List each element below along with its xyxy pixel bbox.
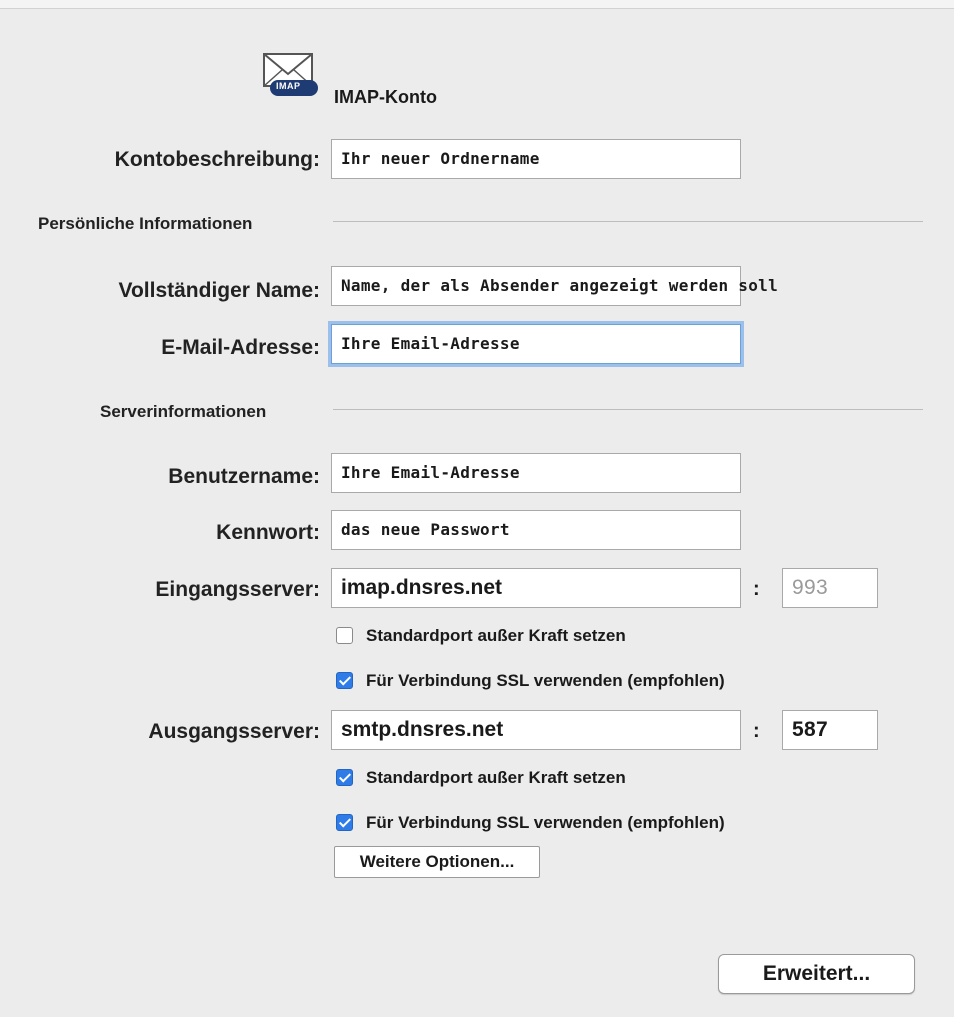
outgoing-port-field[interactable]: 587 [782, 710, 878, 750]
outgoing-override-port-label: Standardport außer Kraft setzen [366, 768, 626, 787]
server-info-heading: Serverinformationen [100, 402, 267, 421]
password-label: Kennwort: [216, 521, 320, 544]
incoming-port-field[interactable]: 993 [782, 568, 878, 608]
email-label: E-Mail-Adresse: [161, 336, 320, 359]
description-label: Kontobeschreibung: [114, 148, 320, 171]
outgoing-ssl-label: Für Verbindung SSL verwenden (empfohlen) [366, 813, 725, 832]
username-field[interactable]: Ihre Email-Adresse [331, 453, 741, 493]
account-type-label: IMAP-Konto [334, 87, 437, 107]
imap-badge-text: IMAP [276, 81, 301, 91]
window-top-edge [0, 0, 954, 9]
incoming-ssl-checkbox[interactable] [336, 672, 353, 689]
full-name-label: Vollständiger Name: [118, 279, 321, 302]
mail-envelope-icon [263, 53, 318, 96]
incoming-port-separator: : [753, 578, 760, 600]
incoming-ssl-label: Für Verbindung SSL verwenden (empfohlen) [366, 671, 725, 690]
advanced-button[interactable]: Erweitert... [718, 954, 915, 994]
outgoing-server-label: Ausgangsserver: [148, 720, 320, 743]
outgoing-ssl-checkbox[interactable] [336, 814, 353, 831]
incoming-server-label: Eingangsserver: [155, 578, 320, 601]
outgoing-override-port-checkbox[interactable] [336, 769, 353, 786]
personal-info-divider [333, 221, 923, 222]
account-settings-panel: IMAP IMAP-Konto Kontobeschreibung: Ihr n… [0, 0, 954, 1017]
email-field[interactable]: Ihre Email-Adresse [331, 324, 741, 364]
full-name-field[interactable]: Name, der als Absender angezeigt werden … [331, 266, 778, 306]
incoming-server-field[interactable]: imap.dnsres.net [331, 568, 741, 608]
description-field[interactable]: Ihr neuer Ordnername [331, 139, 741, 179]
outgoing-port-separator: : [753, 720, 760, 742]
server-info-divider [333, 409, 923, 410]
more-options-button[interactable]: Weitere Optionen... [334, 846, 540, 878]
incoming-override-port-checkbox[interactable] [336, 627, 353, 644]
personal-info-heading: Persönliche Informationen [38, 214, 253, 233]
incoming-override-port-label: Standardport außer Kraft setzen [366, 626, 626, 645]
outgoing-server-field[interactable]: smtp.dnsres.net [331, 710, 741, 750]
password-field[interactable]: das neue Passwort [331, 510, 741, 550]
username-label: Benutzername: [168, 465, 320, 488]
